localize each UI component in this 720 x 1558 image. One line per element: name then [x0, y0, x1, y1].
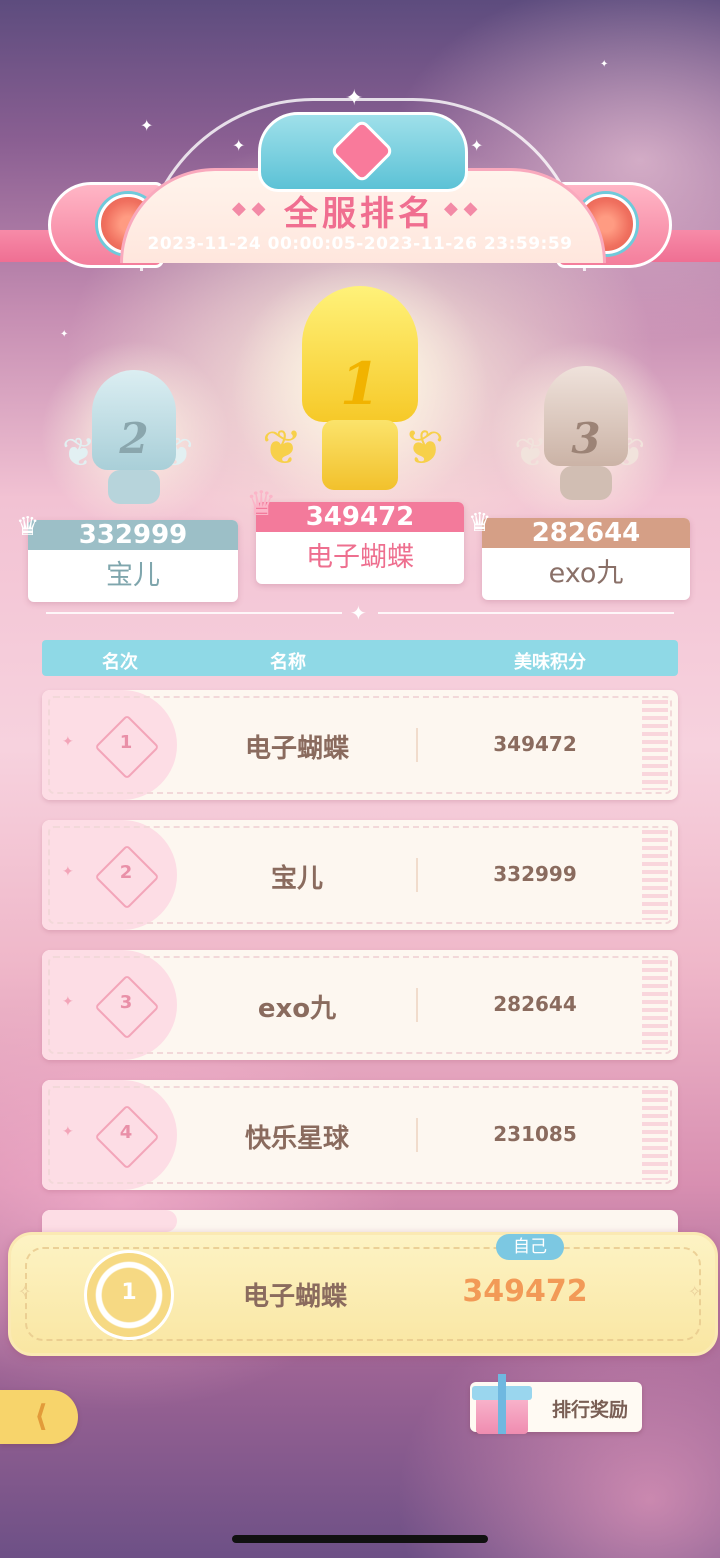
laurel-icon: ❦ — [514, 430, 548, 476]
laurel-icon: ❦ — [404, 420, 445, 476]
row-score: 282644 — [493, 992, 577, 1016]
row-decoration — [642, 1090, 668, 1180]
header-rank: 名次 — [102, 652, 138, 673]
laurel-icon: ❦ — [62, 430, 96, 476]
gift-icon[interactable] — [472, 1374, 532, 1436]
row-separator — [416, 988, 418, 1022]
podium-name: 宝儿 — [106, 560, 160, 591]
row-score: 231085 — [493, 1122, 577, 1146]
table-row[interactable]: ✦ 4 快乐星球 231085 — [42, 1080, 678, 1190]
sparkle-icon: ✦ — [60, 329, 69, 340]
podium-name: 电子蝴蝶 — [306, 542, 414, 573]
row-decoration — [642, 700, 668, 790]
trophy-base — [560, 466, 612, 500]
self-name: 电子蝴蝶 — [242, 1282, 347, 1312]
row-rank: 1 — [119, 732, 133, 753]
row-separator — [416, 858, 418, 892]
sparkle-icon: ✦ — [62, 1124, 74, 1140]
laurel-icon: ❦ — [262, 420, 303, 476]
date-range: 2023-11-24 00:00:05-2023-11-26 23:59:59 — [147, 234, 573, 254]
page-title: 全服排名 — [284, 194, 436, 234]
table-header: 名次 名称 美味积分 — [42, 640, 678, 676]
row-score: 349472 — [493, 732, 577, 756]
row-name: exo九 — [257, 994, 337, 1024]
crown-icon: ♛ — [16, 512, 40, 542]
home-indicator[interactable] — [232, 1535, 488, 1543]
crown-icon: ♛ — [468, 508, 492, 538]
row-rank-area — [42, 1210, 177, 1232]
row-rank: 2 — [119, 862, 133, 883]
table-row[interactable]: ✦ 1 电子蝴蝶 349472 — [42, 690, 678, 800]
rank-number: 2 — [119, 414, 149, 463]
self-tag: 自己 — [496, 1234, 564, 1260]
podium-name: exo九 — [548, 558, 624, 589]
back-arrow-icon[interactable]: ⟨ — [24, 1400, 58, 1434]
header-name: 名称 — [270, 652, 306, 673]
table-row[interactable]: ✦ 3 exo九 282644 — [42, 950, 678, 1060]
podium-score: 332999 — [28, 520, 238, 550]
trophy-base — [322, 420, 398, 490]
podium-card-third: 282644 exo九 — [482, 518, 690, 600]
row-name: 宝儿 — [270, 864, 323, 894]
podium-score: 349472 — [256, 502, 464, 532]
trophy-base — [108, 470, 160, 504]
sparkle-icon: ✦ — [140, 116, 154, 135]
self-score: 349472 — [462, 1274, 588, 1309]
row-decoration — [642, 830, 668, 920]
divider — [46, 612, 342, 614]
row-score: 332999 — [493, 862, 577, 886]
table-row-partial[interactable] — [42, 1210, 678, 1232]
podium-card-second: 332999 宝儿 — [28, 520, 238, 602]
row-separator — [416, 728, 418, 762]
row-name: 快乐星球 — [244, 1124, 349, 1154]
star-icon: ✦ — [350, 601, 367, 625]
sparkle-icon: ✦ — [62, 994, 74, 1010]
sparkle-icon: ✦ — [600, 59, 609, 70]
sparkle-icon: ✦ — [62, 864, 74, 880]
sparkle-icon: ✧ — [688, 1282, 702, 1301]
row-separator — [416, 1118, 418, 1152]
header-score: 美味积分 — [514, 652, 586, 673]
sparkle-icon: ✦ — [62, 734, 74, 750]
row-rank: 3 — [119, 992, 133, 1013]
sparkle-icon: ✧ — [18, 1282, 32, 1301]
divider — [378, 612, 674, 614]
podium-score: 282644 — [482, 518, 690, 548]
podium-card-first: 349472 电子蝴蝶 — [256, 502, 464, 584]
self-rank: 1 — [121, 1280, 137, 1305]
row-decoration — [642, 960, 668, 1050]
rank-number: 3 — [571, 414, 601, 463]
rank-number: 1 — [339, 350, 381, 418]
ranking-reward-label[interactable]: 排行奖励 — [544, 1395, 636, 1422]
crown-icon: ♛ — [246, 484, 277, 524]
row-rank: 4 — [119, 1122, 133, 1143]
table-row[interactable]: ✦ 2 宝儿 332999 — [42, 820, 678, 930]
row-name: 电子蝴蝶 — [244, 734, 349, 764]
